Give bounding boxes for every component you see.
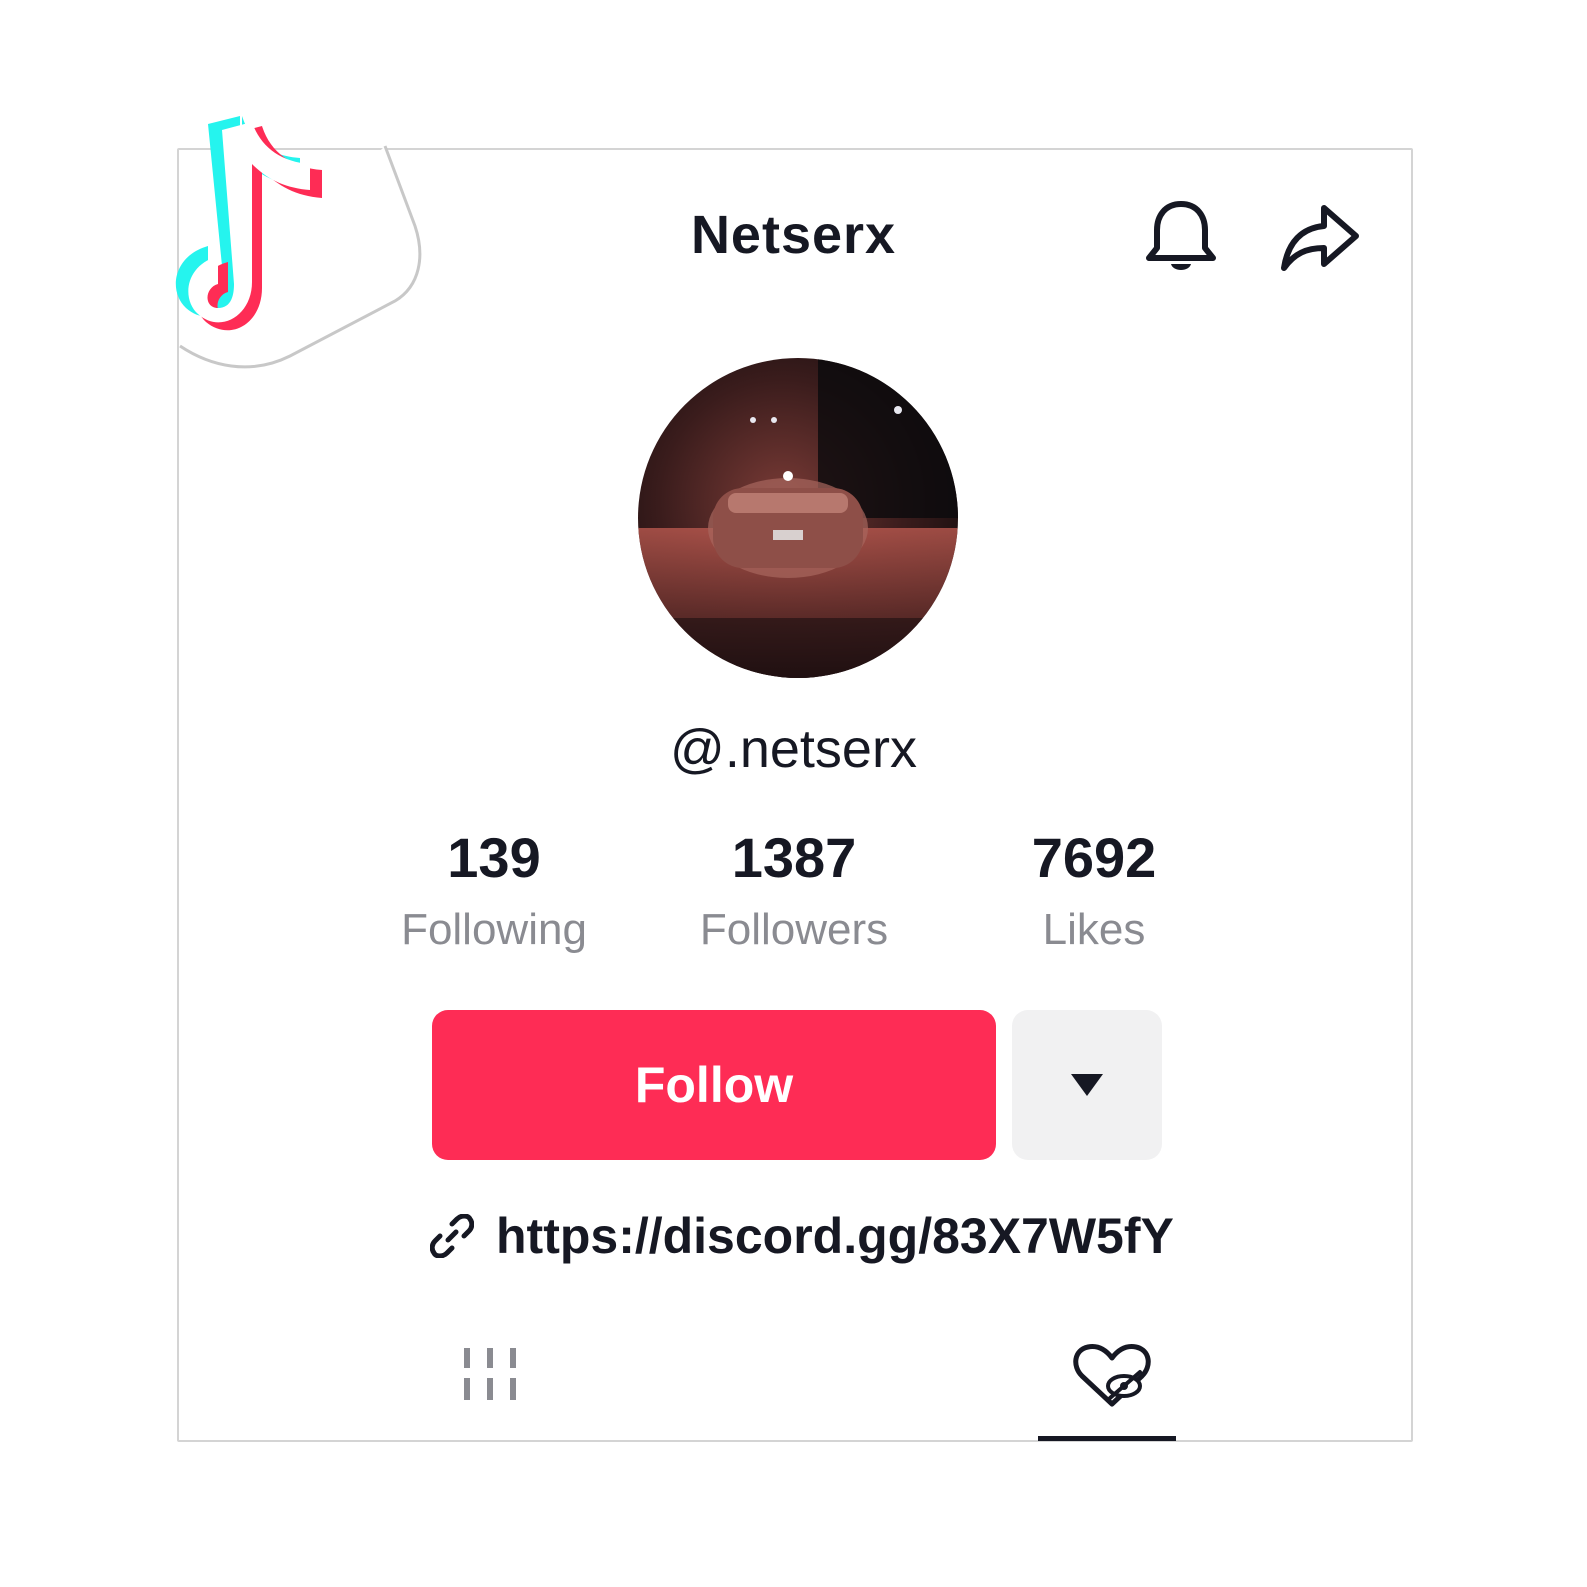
stat-following[interactable]: 139 Following bbox=[344, 830, 644, 952]
stat-likes: 7692 Likes bbox=[944, 830, 1244, 952]
bio-link-text[interactable]: https://discord.gg/83X7W5fY bbox=[496, 1207, 1174, 1265]
bio-link[interactable]: https://discord.gg/83X7W5fY bbox=[430, 1204, 1174, 1268]
bell-icon[interactable] bbox=[1145, 196, 1217, 276]
stat-label: Likes bbox=[1042, 905, 1146, 954]
active-tab-indicator bbox=[1038, 1436, 1176, 1441]
liked-hidden-icon[interactable] bbox=[1072, 1342, 1152, 1412]
caret-down-icon bbox=[1071, 1074, 1103, 1096]
follow-button[interactable]: Follow bbox=[432, 1010, 996, 1160]
share-arrow-icon[interactable] bbox=[1280, 202, 1360, 274]
grid-videos-icon[interactable] bbox=[460, 1344, 520, 1404]
stat-value: 1387 bbox=[731, 826, 857, 889]
stat-label: Followers bbox=[699, 905, 889, 954]
profile-handle: @.netserx bbox=[670, 719, 917, 779]
avatar[interactable] bbox=[638, 358, 958, 678]
stat-followers[interactable]: 1387 Followers bbox=[644, 830, 944, 952]
profile-screen: Netserx @.netserx 139 Following 1387 Fol… bbox=[0, 0, 1587, 1587]
stat-value: 139 bbox=[447, 826, 541, 889]
avatar-image bbox=[638, 358, 958, 678]
link-icon bbox=[430, 1214, 474, 1258]
stat-value: 7692 bbox=[1031, 826, 1157, 889]
stat-label: Following bbox=[401, 905, 587, 954]
more-options-button[interactable] bbox=[1012, 1010, 1162, 1160]
